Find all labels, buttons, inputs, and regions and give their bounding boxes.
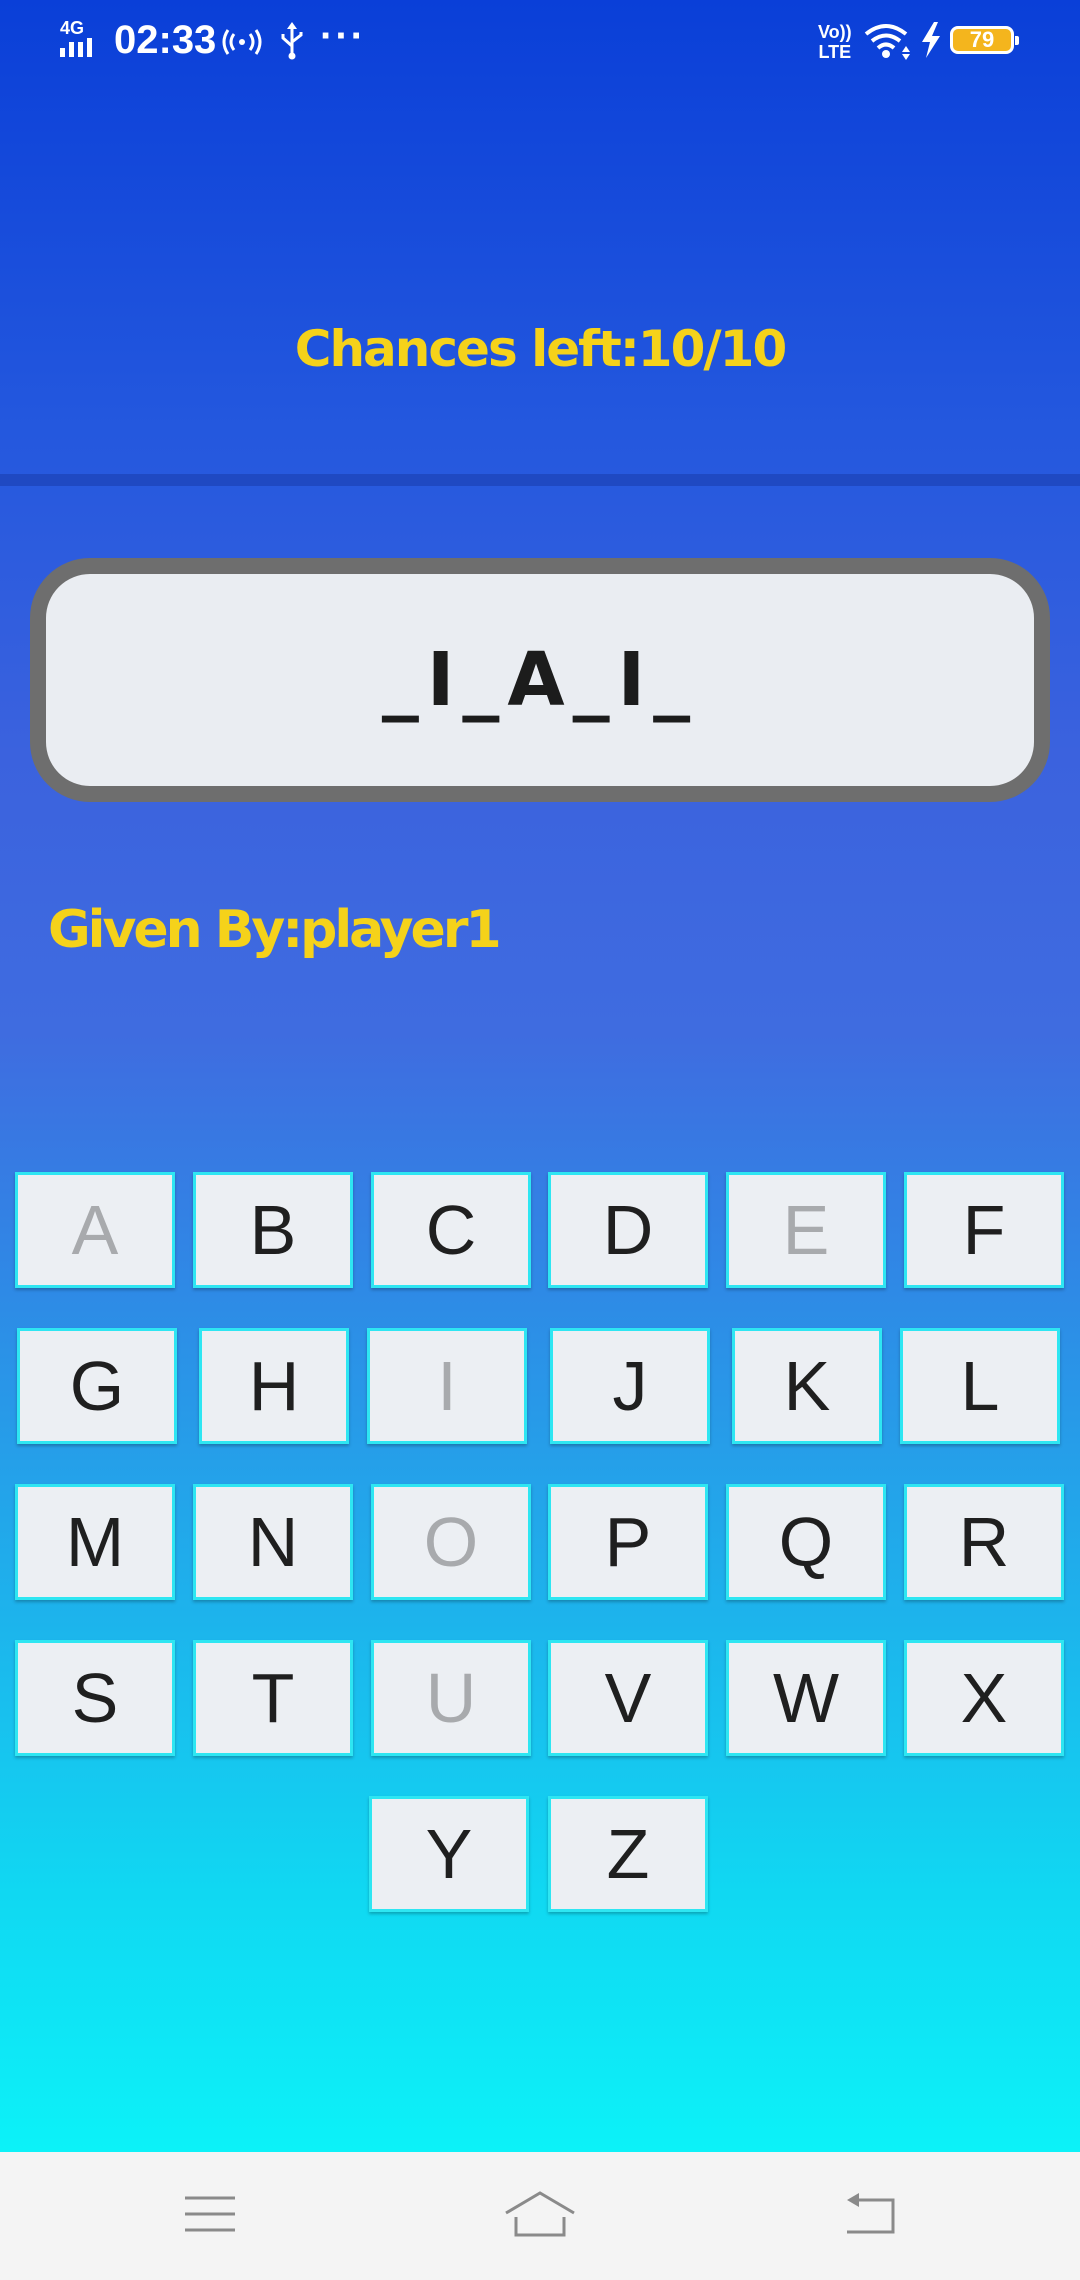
chances-left-label: Chances left:10/10 bbox=[294, 320, 787, 378]
key-o[interactable]: O bbox=[371, 1484, 531, 1600]
system-nav-bar bbox=[0, 2152, 1080, 2280]
home-button[interactable] bbox=[480, 2152, 600, 2280]
signal-icon: 4G bbox=[58, 18, 102, 60]
key-v[interactable]: V bbox=[548, 1640, 708, 1756]
key-s[interactable]: S bbox=[15, 1640, 175, 1756]
game-screen: 4G 02:33 ··· Vo)) LTE 79 Chances left:10… bbox=[0, 0, 1080, 2152]
key-x[interactable]: X bbox=[904, 1640, 1064, 1756]
key-d[interactable]: D bbox=[548, 1172, 708, 1288]
key-b[interactable]: B bbox=[193, 1172, 353, 1288]
usb-icon bbox=[278, 22, 306, 65]
volte-top: Vo)) bbox=[818, 22, 852, 42]
battery-level: 79 bbox=[969, 27, 995, 52]
key-n[interactable]: N bbox=[193, 1484, 353, 1600]
back-button[interactable] bbox=[810, 2152, 930, 2280]
key-l[interactable]: L bbox=[900, 1328, 1060, 1444]
key-j[interactable]: J bbox=[550, 1328, 710, 1444]
key-w[interactable]: W bbox=[726, 1640, 886, 1756]
key-g[interactable]: G bbox=[17, 1328, 177, 1444]
key-r[interactable]: R bbox=[904, 1484, 1064, 1600]
menu-icon bbox=[183, 2194, 237, 2239]
back-icon bbox=[843, 2192, 897, 2241]
key-t[interactable]: T bbox=[193, 1640, 353, 1756]
key-i[interactable]: I bbox=[367, 1328, 527, 1444]
status-bar: 4G 02:33 ··· Vo)) LTE 79 bbox=[0, 0, 1080, 88]
hotspot-icon bbox=[222, 28, 262, 63]
key-p[interactable]: P bbox=[548, 1484, 708, 1600]
word-display-box: _I_A_I_ bbox=[30, 558, 1050, 802]
key-e[interactable]: E bbox=[726, 1172, 886, 1288]
key-c[interactable]: C bbox=[371, 1172, 531, 1288]
volte-icon: Vo)) LTE bbox=[818, 22, 852, 62]
volte-bottom: LTE bbox=[818, 42, 852, 62]
hidden-word: _I_A_I_ bbox=[381, 637, 699, 723]
key-q[interactable]: Q bbox=[726, 1484, 886, 1600]
given-by-label: Given By:player1 bbox=[48, 900, 502, 960]
battery-icon: 79 bbox=[950, 26, 1019, 54]
more-icon: ··· bbox=[320, 14, 366, 58]
divider bbox=[0, 474, 1080, 486]
key-h[interactable]: H bbox=[199, 1328, 349, 1444]
key-u[interactable]: U bbox=[371, 1640, 531, 1756]
key-f[interactable]: F bbox=[904, 1172, 1064, 1288]
key-z[interactable]: Z bbox=[548, 1796, 708, 1912]
wifi-icon bbox=[864, 22, 912, 65]
home-icon bbox=[504, 2189, 576, 2244]
menu-button[interactable] bbox=[150, 2152, 270, 2280]
key-m[interactable]: M bbox=[15, 1484, 175, 1600]
key-y[interactable]: Y bbox=[369, 1796, 529, 1912]
key-a[interactable]: A bbox=[15, 1172, 175, 1288]
key-k[interactable]: K bbox=[732, 1328, 882, 1444]
charging-icon bbox=[920, 22, 942, 63]
clock: 02:33 bbox=[114, 18, 217, 62]
